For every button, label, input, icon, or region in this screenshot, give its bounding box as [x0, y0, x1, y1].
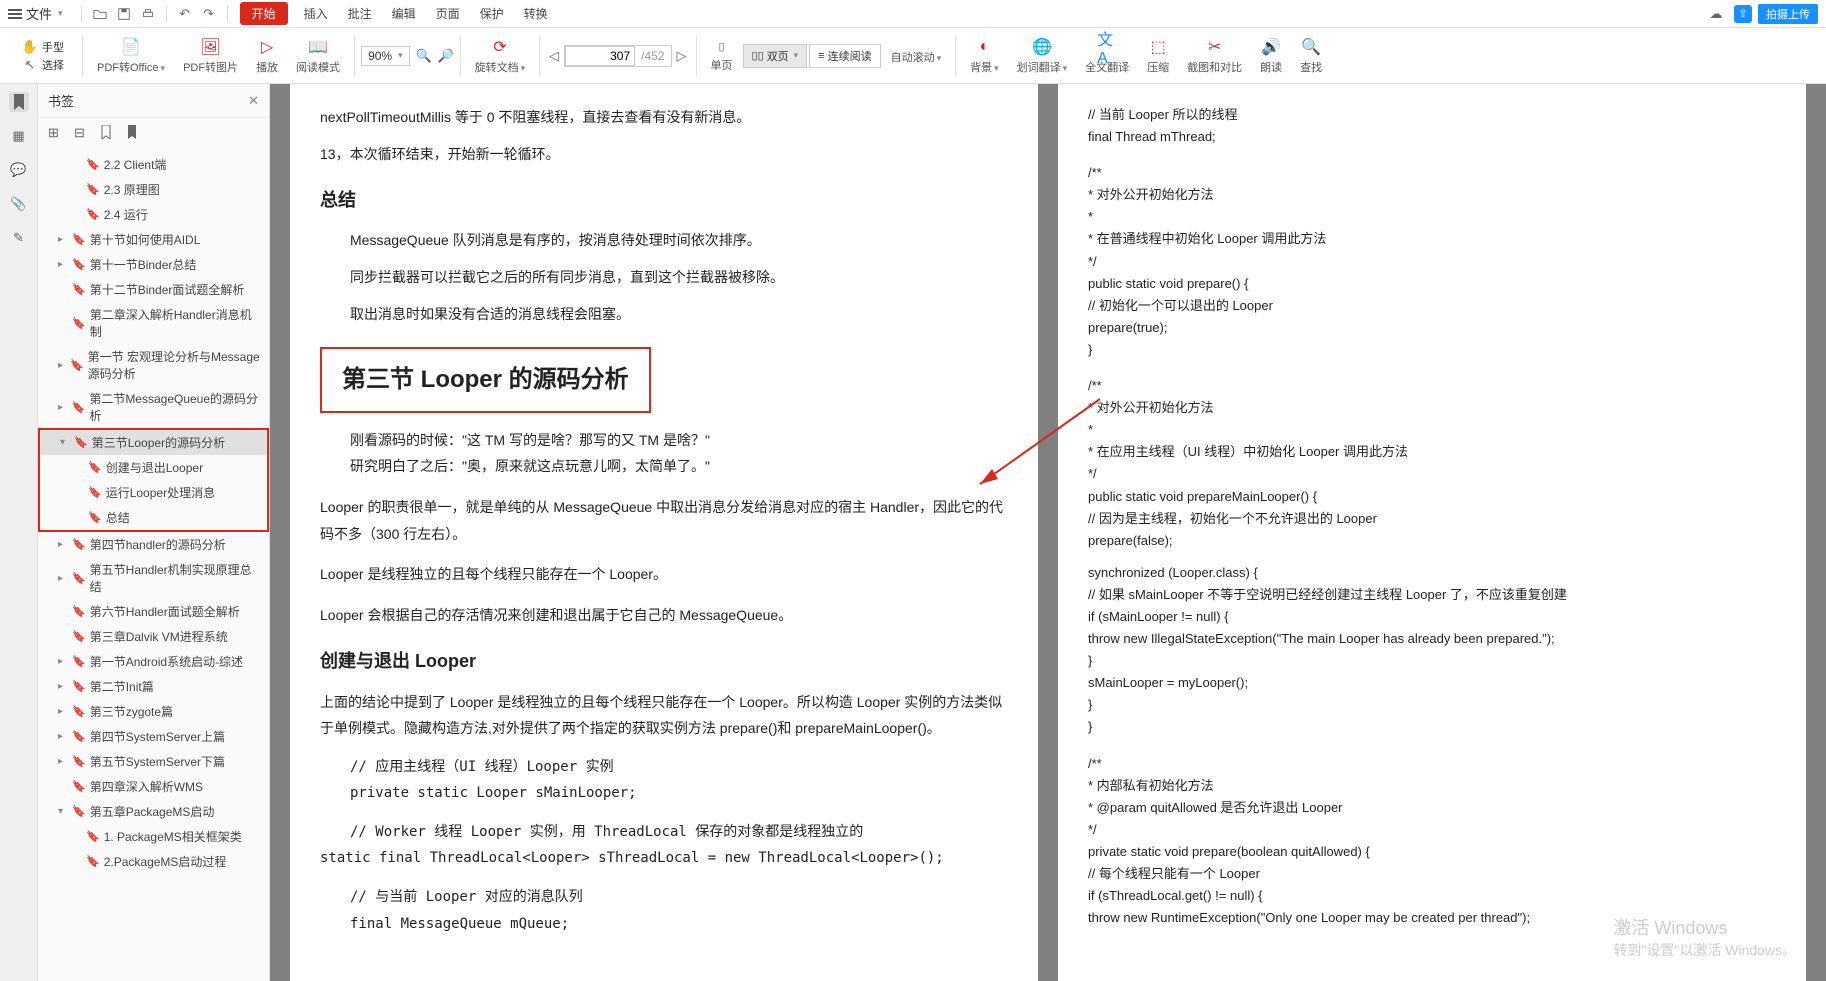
print-icon[interactable] [140, 6, 156, 22]
bookmark-tool2-icon[interactable] [126, 125, 142, 141]
bookmark-tool-icon[interactable] [100, 125, 116, 141]
bookmark-item[interactable]: 🔖总结 [38, 505, 269, 532]
page-input[interactable] [565, 46, 635, 66]
save-icon[interactable] [116, 6, 132, 22]
screenshot-compare[interactable]: ✂截图和对比 [1179, 37, 1250, 75]
share-icon[interactable]: ⇧ [1734, 5, 1752, 23]
compress[interactable]: ⬚压缩 [1139, 37, 1177, 75]
bookmark-item[interactable]: 🔖2.3 原理图 [38, 177, 269, 202]
bookmark-item[interactable]: ▾🔖第三节Looper的源码分析 [38, 428, 269, 455]
bookmark-item[interactable]: 🔖运行Looper处理消息 [38, 480, 269, 505]
thumbnails-rail-icon[interactable]: ▦ [9, 126, 29, 146]
full-translate[interactable]: 文A全文翻译 [1077, 37, 1137, 75]
next-page-icon[interactable]: ▷ [674, 48, 690, 64]
bookmark-item[interactable]: ▸🔖第三节zygote篇 [38, 699, 269, 724]
left-rail: ▦ 💬 📎 ✎ [0, 84, 38, 981]
open-icon[interactable] [92, 6, 108, 22]
bookmark-item[interactable]: ▸🔖第十节如何使用AIDL [38, 227, 269, 252]
close-sidebar-icon[interactable]: ✕ [248, 93, 259, 109]
bookmark-item[interactable]: ▸🔖第二节Init篇 [38, 674, 269, 699]
read-aloud[interactable]: 🔊朗读 [1252, 37, 1290, 75]
upload-button[interactable]: 拍摄上传 [1758, 4, 1818, 24]
read-mode[interactable]: 📖阅读模式 [288, 37, 348, 75]
bookmark-item[interactable]: 🔖1. PackageMS相关框架类 [38, 824, 269, 849]
expand-all-icon[interactable]: ⊞ [48, 125, 64, 141]
zoom-in-icon[interactable]: 🔎 [438, 48, 454, 64]
bookmark-rail-icon[interactable] [9, 92, 29, 112]
bookmark-item[interactable]: 🔖第三章Dalvik VM进程系统 [38, 624, 269, 649]
pdf-to-office[interactable]: 📄PDF转Office▾ [89, 37, 173, 75]
top-menu-bar: 文件 ▾ ↶ ↷ 开始 插入 批注 编辑 页面 保护 转换 ☁ ⇧ 拍摄上传 [0, 0, 1826, 28]
comments-rail-icon[interactable]: 💬 [9, 160, 29, 180]
background[interactable]: ◐背景▾ [962, 37, 1007, 75]
attachments-rail-icon[interactable]: 📎 [9, 194, 29, 214]
ribbon-toolbar: ✋手型 ↖选择 📄PDF转Office▾ 🖼PDF转图片 ▷播放 📖阅读模式 9… [0, 28, 1826, 84]
continuous-read[interactable]: ≡连续阅读 [809, 44, 880, 68]
bookmark-tree: 🔖2.2 Client端🔖2.3 原理图🔖2.4 运行▸🔖第十节如何使用AIDL… [38, 148, 269, 981]
double-page[interactable]: ▯▯双页▾ [743, 44, 808, 68]
play-button[interactable]: ▷播放 [248, 37, 286, 75]
auto-scroll[interactable]: 自动滚动▾ [883, 47, 950, 65]
page-left: nextPollTimeoutMillis 等于 0 不阻塞线程，直接去查看有没… [290, 84, 1038, 981]
tab-edit[interactable]: 编辑 [382, 2, 426, 25]
bookmark-item[interactable]: 🔖第二章深入解析Handler消息机制 [38, 302, 269, 344]
document-viewport[interactable]: nextPollTimeoutMillis 等于 0 不阻塞线程，直接去查看有没… [270, 84, 1826, 981]
sidebar-title: 书签 [48, 91, 74, 110]
heading-summary: 总结 [320, 183, 1008, 217]
signature-rail-icon[interactable]: ✎ [9, 228, 29, 248]
section-title-box: 第三节 Looper 的源码分析 [320, 347, 651, 413]
bookmark-item[interactable]: 🔖2.PackageMS启动过程 [38, 849, 269, 874]
bookmark-item[interactable]: 🔖创建与退出Looper [38, 455, 269, 480]
undo-icon[interactable]: ↶ [177, 6, 193, 22]
select-tool[interactable]: ↖选择 [16, 57, 70, 73]
page-number-box: /452 [564, 45, 671, 67]
heading-create: 创建与退出 Looper [320, 644, 1008, 678]
bookmark-item[interactable]: 🔖第十二节Binder面试题全解析 [38, 277, 269, 302]
hand-tool[interactable]: ✋手型 [16, 39, 70, 55]
zoom-select[interactable]: 90%▾ [361, 46, 410, 66]
tab-convert[interactable]: 转换 [514, 2, 558, 25]
tab-start[interactable]: 开始 [240, 2, 288, 25]
find[interactable]: 🔍查找 [1292, 37, 1330, 75]
bookmark-item[interactable]: ▸🔖第十一节Binder总结 [38, 252, 269, 277]
tab-insert[interactable]: 插入 [294, 2, 338, 25]
zoom-out-icon[interactable]: 🔍 [416, 48, 432, 64]
bookmark-item[interactable]: ▸🔖第二节MessageQueue的源码分析 [38, 386, 269, 428]
redo-icon[interactable]: ↷ [201, 6, 217, 22]
page-total: /452 [635, 49, 670, 63]
tab-page[interactable]: 页面 [426, 2, 470, 25]
bookmark-item[interactable]: ▸🔖第四节SystemServer上篇 [38, 724, 269, 749]
file-menu[interactable]: 文件 ▾ [8, 4, 63, 23]
single-page[interactable]: ▯单页 [703, 39, 741, 73]
bookmark-item[interactable]: 🔖第六节Handler面试题全解析 [38, 599, 269, 624]
rotate-doc[interactable]: ⟳旋转文档▾ [467, 37, 534, 75]
pdf-to-image[interactable]: 🖼PDF转图片 [175, 37, 246, 75]
bookmark-item[interactable]: ▸🔖第一节Android系统启动-综述 [38, 649, 269, 674]
hamburger-icon [8, 13, 22, 15]
tab-protect[interactable]: 保护 [470, 2, 514, 25]
bookmark-item[interactable]: ▾🔖第五章PackageMS启动 [38, 799, 269, 824]
bookmark-item[interactable]: ▸🔖第四节handler的源码分析 [38, 532, 269, 557]
page-right: // 当前 Looper 所以的线程final Thread mThread; … [1058, 84, 1806, 981]
cloud-icon[interactable]: ☁ [1708, 6, 1724, 22]
bookmark-item[interactable]: 🔖2.2 Client端 [38, 152, 269, 177]
word-translate[interactable]: 🌐划词翻译▾ [1009, 37, 1076, 75]
tab-annotate[interactable]: 批注 [338, 2, 382, 25]
bookmark-item[interactable]: 🔖2.4 运行 [38, 202, 269, 227]
prev-page-icon[interactable]: ◁ [546, 48, 562, 64]
bookmarks-sidebar: 书签 ✕ ⊞ ⊟ 🔖2.2 Client端🔖2.3 原理图🔖2.4 运行▸🔖第十… [38, 84, 270, 981]
bookmark-item[interactable]: ▸🔖第五节Handler机制实现原理总结 [38, 557, 269, 599]
bookmark-item[interactable]: ▸🔖第一节 宏观理论分析与Message源码分析 [38, 344, 269, 386]
collapse-all-icon[interactable]: ⊟ [74, 125, 90, 141]
bookmark-item[interactable]: ▸🔖第五节SystemServer下篇 [38, 749, 269, 774]
bookmark-item[interactable]: 🔖第四章深入解析WMS [38, 774, 269, 799]
